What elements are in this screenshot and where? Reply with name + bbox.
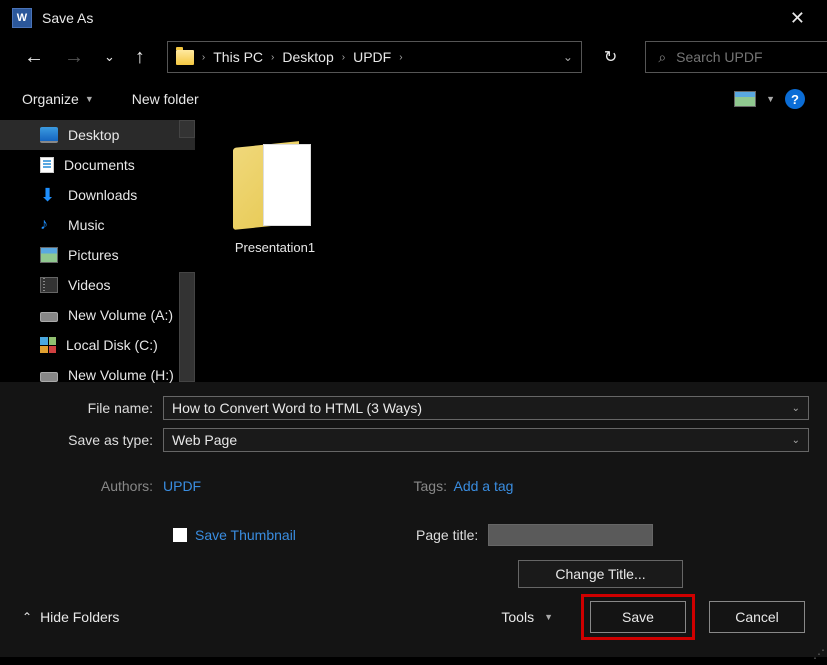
toolbar: Organize ▼ New folder ▼ ? xyxy=(0,78,827,120)
search-box[interactable]: ⌕ xyxy=(645,41,827,73)
chevron-up-icon: ⌃ xyxy=(22,610,32,624)
chevron-down-icon[interactable]: ⌄ xyxy=(792,403,800,414)
sidebar-item-label: Pictures xyxy=(68,247,119,263)
sidebar-item-downloads[interactable]: ⬇ Downloads xyxy=(0,180,195,210)
folder-thumbnail-icon xyxy=(233,140,317,234)
chevron-right-icon: › xyxy=(271,52,274,63)
bottom-panel: File name: How to Convert Word to HTML (… xyxy=(0,382,827,657)
tags-value[interactable]: Add a tag xyxy=(454,478,514,494)
save-thumbnail-checkbox[interactable] xyxy=(173,528,187,542)
breadcrumb[interactable]: › This PC › Desktop › UPDF › ⌄ xyxy=(167,41,582,73)
word-app-icon: W xyxy=(12,8,32,28)
page-title-label: Page title: xyxy=(416,527,478,543)
sidebar-item-label: Documents xyxy=(64,157,135,173)
refresh-button[interactable]: ↻ xyxy=(596,43,625,71)
documents-icon xyxy=(40,157,54,173)
view-icon[interactable] xyxy=(734,91,756,107)
change-title-button[interactable]: Change Title... xyxy=(518,560,683,588)
tags-label: Tags: xyxy=(414,478,444,494)
back-button[interactable]: ← xyxy=(18,42,50,73)
sidebar-item-documents[interactable]: Documents xyxy=(0,150,195,180)
music-icon: ♪ xyxy=(40,217,58,233)
new-folder-label: New folder xyxy=(132,91,199,107)
sidebar-item-label: New Volume (H:) xyxy=(68,367,174,383)
file-pane[interactable]: Presentation1 xyxy=(195,120,827,382)
search-icon: ⌕ xyxy=(658,49,666,66)
breadcrumb-desktop[interactable]: Desktop xyxy=(282,49,333,65)
sidebar-item-label: New Volume (A:) xyxy=(68,307,173,323)
sidebar-item-desktop[interactable]: Desktop xyxy=(0,120,195,150)
hide-folders-button[interactable]: Hide Folders xyxy=(40,609,119,625)
save-button[interactable]: Save xyxy=(590,601,686,633)
save-label: Save xyxy=(622,609,654,625)
chevron-down-icon: ▼ xyxy=(544,612,553,622)
chevron-right-icon: › xyxy=(202,52,205,63)
chevron-right-icon: › xyxy=(399,52,402,63)
chevron-down-icon[interactable]: ▼ xyxy=(766,94,775,104)
title-bar: W Save As ✕ xyxy=(0,0,827,36)
file-name-input[interactable]: How to Convert Word to HTML (3 Ways) ⌄ xyxy=(163,396,809,420)
footer: ⌃ Hide Folders Tools ▼ Save Cancel xyxy=(18,588,809,646)
search-input[interactable] xyxy=(676,49,827,65)
sidebar-item-label: Downloads xyxy=(68,187,137,203)
save-highlight: Save xyxy=(581,594,695,640)
downloads-icon: ⬇ xyxy=(40,187,58,203)
change-title-label: Change Title... xyxy=(555,566,645,582)
up-button[interactable]: ↑ xyxy=(129,42,151,73)
folder-label: Presentation1 xyxy=(225,240,325,255)
videos-icon xyxy=(40,277,58,293)
file-name-label: File name: xyxy=(18,400,163,416)
save-type-select[interactable]: Web Page ⌄ xyxy=(163,428,809,452)
forward-button[interactable]: → xyxy=(58,42,90,73)
tools-button[interactable]: Tools ▼ xyxy=(501,609,553,625)
sidebar-item-music[interactable]: ♪ Music xyxy=(0,210,195,240)
folder-presentation1[interactable]: Presentation1 xyxy=(225,140,325,255)
chevron-down-icon[interactable]: ⌄ xyxy=(792,435,800,446)
windows-drive-icon xyxy=(40,337,56,353)
sidebar-item-volume-a[interactable]: New Volume (A:) xyxy=(0,300,195,330)
drive-icon xyxy=(40,312,58,322)
resize-grip-icon[interactable]: ⋰ xyxy=(813,647,823,661)
page-title-input[interactable] xyxy=(488,524,653,546)
cancel-label: Cancel xyxy=(735,609,779,625)
recent-locations-button[interactable]: ⌄ xyxy=(98,45,121,69)
sidebar-item-volume-h[interactable]: New Volume (H:) xyxy=(0,360,195,390)
folder-icon xyxy=(176,50,194,65)
sidebar-item-label: Videos xyxy=(68,277,111,293)
scroll-up-button[interactable] xyxy=(179,120,195,138)
sidebar-item-videos[interactable]: Videos xyxy=(0,270,195,300)
chevron-down-icon: ▼ xyxy=(85,94,94,104)
organize-button[interactable]: Organize ▼ xyxy=(22,91,94,107)
sidebar-item-local-c[interactable]: Local Disk (C:) xyxy=(0,330,195,360)
sidebar-item-pictures[interactable]: Pictures xyxy=(0,240,195,270)
organize-label: Organize xyxy=(22,91,79,107)
sidebar-item-label: Desktop xyxy=(68,127,119,143)
sidebar-item-label: Local Disk (C:) xyxy=(66,337,158,353)
sidebar: Desktop Documents ⬇ Downloads ♪ Music Pi… xyxy=(0,120,195,382)
save-thumbnail-label[interactable]: Save Thumbnail xyxy=(195,527,296,543)
help-button[interactable]: ? xyxy=(785,89,805,109)
tools-label: Tools xyxy=(501,609,534,625)
breadcrumb-this-pc[interactable]: This PC xyxy=(213,49,263,65)
body: Desktop Documents ⬇ Downloads ♪ Music Pi… xyxy=(0,120,827,382)
breadcrumb-dropdown[interactable]: ⌄ xyxy=(563,50,573,64)
desktop-icon xyxy=(40,127,58,143)
breadcrumb-updf[interactable]: UPDF xyxy=(353,49,391,65)
scrollbar[interactable] xyxy=(179,272,195,382)
new-folder-button[interactable]: New folder xyxy=(132,91,199,107)
close-button[interactable]: ✕ xyxy=(780,4,815,33)
save-type-value: Web Page xyxy=(172,432,237,448)
chevron-right-icon: › xyxy=(342,52,345,63)
authors-value[interactable]: UPDF xyxy=(163,478,201,494)
authors-label: Authors: xyxy=(18,478,153,494)
sidebar-item-label: Music xyxy=(68,217,105,233)
file-name-value: How to Convert Word to HTML (3 Ways) xyxy=(172,400,422,416)
window-title: Save As xyxy=(42,10,93,26)
cancel-button[interactable]: Cancel xyxy=(709,601,805,633)
save-type-label: Save as type: xyxy=(18,432,163,448)
pictures-icon xyxy=(40,247,58,263)
navigation-bar: ← → ⌄ ↑ › This PC › Desktop › UPDF › ⌄ ↻… xyxy=(0,36,827,78)
drive-icon xyxy=(40,372,58,382)
